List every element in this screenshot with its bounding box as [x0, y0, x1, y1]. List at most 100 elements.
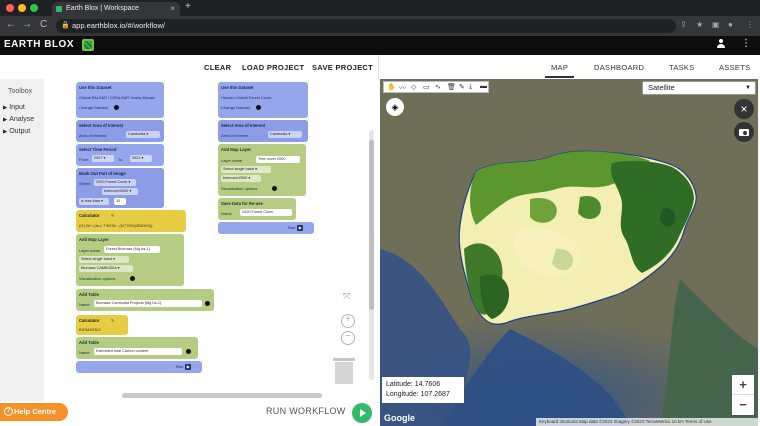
window-close-dot[interactable] — [6, 4, 14, 12]
clear-button[interactable]: CLEAR — [204, 63, 231, 72]
window-minimize-dot[interactable] — [18, 4, 26, 12]
close-map-button[interactable]: × — [734, 99, 754, 119]
calculator-block-2[interactable]: Calculator ✎ BIOMASS/2 — [76, 315, 128, 335]
aoi-dropdown[interactable]: Cambodia ▾ — [268, 131, 302, 138]
from-year-dropdown[interactable]: 2007 ▾ — [92, 155, 114, 162]
settings-gear-icon[interactable] — [256, 105, 261, 110]
window-zoom-dot[interactable] — [30, 4, 38, 12]
draw-shape-icon[interactable]: ◇ — [411, 83, 416, 91]
settings-gear-icon[interactable] — [114, 105, 119, 110]
change-dataset-link[interactable]: Change Dataset — [79, 105, 108, 110]
select-aoi-block[interactable]: Select Area of Interest Area of Interest… — [76, 120, 164, 142]
use-dataset-block-2[interactable]: Use this Dataset Hansen Global Forest Co… — [218, 82, 308, 118]
calculator-block-1[interactable]: Calculator ✎ (S1 Bi+ (Ja x 7*6230 - (6/7… — [76, 210, 186, 232]
aoi-dropdown[interactable]: Cambodia ▾ — [126, 131, 160, 138]
load-project-button[interactable]: LOAD PROJECT — [242, 63, 304, 72]
draw-polygon-icon[interactable]: ▭ — [423, 83, 430, 91]
use-dataset-block[interactable]: Use this Dataset Global PALSAR L2/PALSAR… — [76, 82, 164, 118]
back-arrow-icon[interactable]: ← — [6, 19, 16, 30]
tab-tasks[interactable]: TASKS — [669, 63, 695, 72]
band-select-dropdown[interactable]: Select single band ▾ — [221, 166, 271, 173]
user-account-icon[interactable] — [716, 39, 726, 50]
measure-icon[interactable]: ∿ — [435, 83, 441, 91]
reload-icon[interactable]: C — [40, 19, 47, 30]
edit-shape-icon[interactable]: ✎ — [459, 83, 465, 91]
mask-band-dropdown[interactable]: treecover2000 ▾ — [102, 188, 138, 195]
pan-hand-icon[interactable]: ✋ — [387, 83, 396, 91]
url-input[interactable]: 🔒 app.earthblox.io/#/workflow/ — [56, 19, 676, 33]
add-map-layer-block-2[interactable]: Add Map Layer Layer name Tree cover 2000… — [218, 144, 306, 196]
draw-line-icon[interactable]: 〰 — [399, 83, 406, 93]
new-tab-button[interactable]: + — [185, 1, 191, 12]
browser-tab[interactable]: Earth Blox | Workspace × — [52, 2, 180, 16]
band-select-dropdown[interactable]: Select single band ▾ — [79, 256, 129, 263]
save-data-block[interactable]: Save Data for Re-use Name 2000 Forest Co… — [218, 198, 296, 220]
share-icon[interactable]: ⇪ — [680, 20, 687, 29]
help-centre-button[interactable]: ? Help Centre — [0, 403, 68, 421]
canvas-horizontal-scrollbar[interactable] — [122, 393, 322, 398]
mask-condition-dropdown[interactable]: is less than ▾ — [79, 198, 109, 205]
canvas-zoom-out-button[interactable]: − — [341, 331, 355, 345]
select-time-period-block[interactable]: Select Time Period From 2007 ▾ To 2021 ▾ — [76, 144, 164, 166]
canvas-zoom-in-button[interactable]: + — [341, 314, 355, 328]
canvas-vertical-scrollbar[interactable] — [369, 130, 374, 380]
toolbox-item-output[interactable]: Output — [3, 128, 30, 135]
band-value-dropdown[interactable]: treecover2000 ▾ — [221, 175, 261, 182]
layers-icon[interactable]: ◈ — [386, 98, 404, 116]
calculator-formula[interactable]: BIOMASS/2 — [79, 327, 101, 332]
browser-menu-icon[interactable]: ⋮ — [746, 20, 754, 29]
save-project-button[interactable]: SAVE PROJECT — [312, 63, 373, 72]
scrollbar-thumb[interactable] — [369, 140, 374, 310]
add-table-block-2[interactable]: Add Table Name Estimated total Carbon co… — [76, 337, 198, 359]
profile-icon[interactable]: ● — [728, 20, 733, 29]
settings-gear-icon[interactable] — [272, 186, 277, 191]
toolbox-item-analyse[interactable]: Analyse — [3, 116, 34, 123]
run-chip[interactable]: Run ▶ — [176, 364, 192, 370]
camera-snapshot-icon[interactable] — [734, 122, 754, 142]
run-workflow-label[interactable]: RUN WORKFLOW — [266, 406, 346, 416]
export-icon[interactable]: ▬ — [480, 83, 487, 90]
delete-shape-icon[interactable]: 🗑 — [447, 83, 456, 91]
settings-gear-icon[interactable] — [205, 301, 210, 306]
table-name-input[interactable]: Estimated total Carbon content — [94, 348, 182, 355]
add-map-layer-block[interactable]: Add Map Layer Layer name Forest Biomass … — [76, 234, 184, 286]
visualization-options-link[interactable]: Visualization options — [221, 186, 257, 191]
more-options-icon[interactable]: ⋮ — [741, 38, 751, 49]
extension-icon[interactable]: ▣ — [712, 20, 720, 29]
trash-bin-icon[interactable] — [333, 358, 355, 384]
edit-pencil-icon[interactable]: ✎ — [111, 213, 114, 218]
select-aoi-block-2[interactable]: Select Area of Interest Area of Interest… — [218, 120, 308, 142]
change-dataset-link[interactable]: Change Dataset — [221, 105, 250, 110]
table-name-input[interactable]: Biomass Cambodia Projects (Mg ha-1) — [94, 300, 202, 307]
tab-map[interactable]: MAP — [544, 63, 575, 78]
workflow-canvas[interactable]: Use this Dataset Global PALSAR L2/PALSAR… — [44, 79, 378, 401]
add-table-block-1[interactable]: Add Table Name Biomass Cambodia Projects… — [76, 289, 214, 311]
run-chip[interactable]: Run ▶ — [288, 225, 304, 231]
settings-gear-icon[interactable] — [130, 276, 135, 281]
layer-name-input[interactable]: Tree cover 2000 — [256, 156, 300, 163]
band-value-dropdown[interactable]: Biomass CAMBODIA ▾ — [79, 265, 133, 272]
fit-to-screen-icon[interactable]: ⤧ — [343, 291, 350, 302]
tab-close-icon[interactable]: × — [170, 2, 175, 16]
visualization-options-link[interactable]: Visualization options — [79, 276, 115, 281]
map-view[interactable]: ✋ 〰 ◇ ▭ ∿ 🗑 ✎ ⤓ ▬ ◈ Satellite ▼ × Latitu… — [380, 79, 758, 426]
to-year-dropdown[interactable]: 2021 ▾ — [130, 155, 152, 162]
map-zoom-in-button[interactable]: + — [732, 375, 754, 395]
forward-arrow-icon[interactable]: → — [22, 19, 32, 30]
calculator-formula[interactable]: (S1 Bi+ (Ja x 7*6230 - (6/775*0(2BIOV0)) — [79, 223, 152, 228]
bookmark-star-icon[interactable]: ★ — [696, 20, 703, 29]
mask-value-input[interactable]: 30 — [114, 198, 126, 205]
toolbox-item-input[interactable]: Input — [3, 104, 25, 111]
tab-assets[interactable]: ASSETS — [719, 63, 750, 72]
tab-dashboard[interactable]: DASHBOARD — [594, 63, 644, 72]
save-name-input[interactable]: 2000 Forest Cover — [240, 209, 292, 216]
download-icon[interactable]: ⤓ — [469, 83, 472, 91]
layer-name-input[interactable]: Forest Biomass (Mg ha-1) — [104, 246, 160, 253]
edit-pencil-icon[interactable]: ✎ — [111, 318, 114, 323]
settings-gear-icon[interactable] — [186, 349, 191, 354]
mask-block[interactable]: Mask Out Part of Image Where 2000 Forest… — [76, 168, 164, 208]
basemap-select[interactable]: Satellite ▼ — [642, 81, 756, 95]
run-workflow-play-button[interactable] — [352, 403, 372, 423]
mask-layer-dropdown[interactable]: 2000 Forest Cover ▾ — [94, 179, 136, 186]
map-zoom-out-button[interactable]: − — [732, 395, 754, 415]
